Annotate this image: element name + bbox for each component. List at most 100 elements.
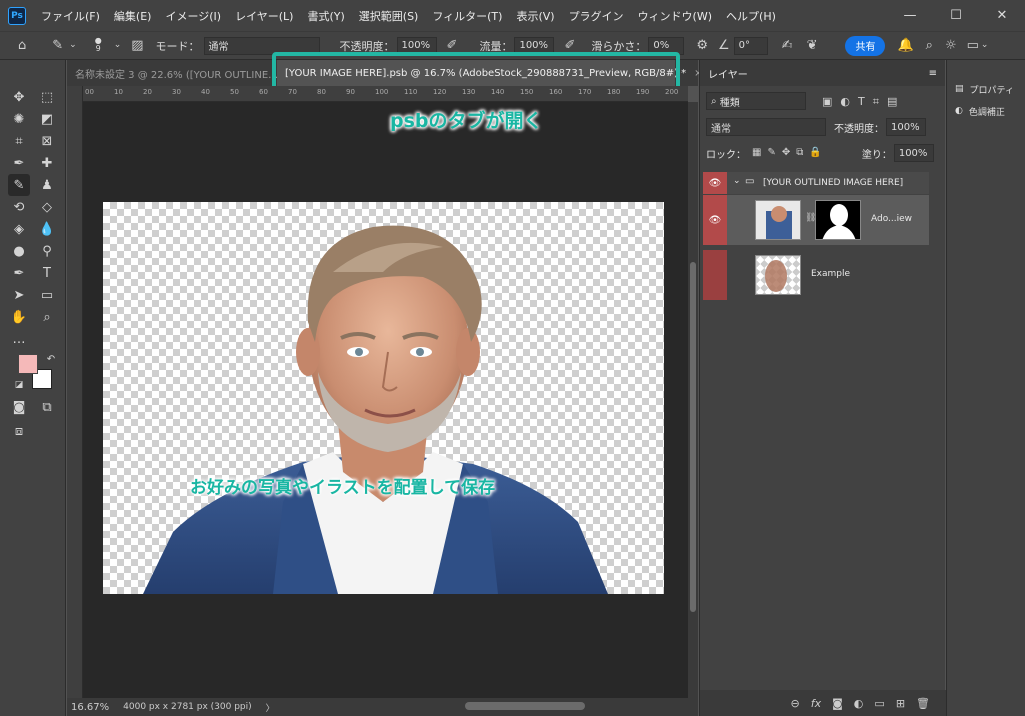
workspace-icon[interactable]: ▭ bbox=[967, 39, 979, 52]
maximize-button[interactable]: ☐ bbox=[933, 0, 979, 31]
move-tool-icon[interactable]: ✥ bbox=[8, 86, 30, 108]
minimize-button[interactable]: — bbox=[887, 0, 933, 31]
tab-layers[interactable]: レイヤー bbox=[708, 66, 748, 81]
adjustment-layer-icon[interactable]: ◐ bbox=[854, 697, 864, 710]
pressure-size-icon[interactable]: ✍ bbox=[782, 39, 793, 52]
menu-image[interactable]: イメージ(I) bbox=[158, 8, 228, 24]
dodge-tool-icon[interactable]: ● bbox=[8, 240, 30, 262]
airbrush-icon[interactable]: ✐ bbox=[564, 39, 575, 52]
menu-select[interactable]: 選択範囲(S) bbox=[352, 8, 426, 24]
more-tools-icon[interactable]: … bbox=[8, 328, 30, 350]
object-select-icon[interactable]: ◩ bbox=[36, 108, 58, 130]
chevron-down-icon[interactable]: ⌄ bbox=[69, 41, 77, 50]
brush-tool-icon[interactable]: ✎ bbox=[8, 174, 30, 196]
menu-window[interactable]: ウィンドウ(W) bbox=[631, 8, 719, 24]
document-canvas[interactable] bbox=[103, 202, 664, 594]
chevron-down-icon[interactable]: ⌄ bbox=[114, 41, 122, 50]
adjustments-panel-item[interactable]: ◐ 色調補正 bbox=[947, 100, 1025, 122]
status-arrow-icon[interactable]: 〉 bbox=[266, 701, 275, 714]
properties-panel-item[interactable]: ▤ プロパティ bbox=[947, 78, 1025, 100]
type-tool-icon[interactable]: T bbox=[36, 262, 58, 284]
history-brush-icon[interactable]: ⟲ bbox=[8, 196, 30, 218]
path-select-icon[interactable]: ➤ bbox=[8, 284, 30, 306]
rectangle-tool-icon[interactable]: ▭ bbox=[36, 284, 58, 306]
zoom-tool-icon[interactable]: ⌕ bbox=[36, 306, 58, 328]
layer-group-row[interactable]: 👁 ⌄ ▭ [YOUR OUTLINED IMAGE HERE] bbox=[703, 172, 929, 194]
share-button[interactable]: 共有 bbox=[845, 35, 886, 56]
search-icon[interactable]: ⌕ bbox=[926, 39, 933, 52]
menu-plugins[interactable]: プラグイン bbox=[562, 8, 631, 24]
symmetry-icon[interactable]: ❦ bbox=[807, 39, 818, 52]
link-layers-icon[interactable]: ⊖ bbox=[791, 697, 800, 710]
menu-file[interactable]: ファイル(F) bbox=[34, 8, 107, 24]
trash-icon[interactable]: 🗑 bbox=[916, 697, 930, 710]
edit-toolbar-icon[interactable]: ⧈ bbox=[8, 420, 30, 442]
lock-all-icon[interactable]: 🔒 bbox=[809, 148, 821, 158]
brush-size-picker[interactable]: ● 9 bbox=[95, 37, 102, 54]
healing-brush-icon[interactable]: ✚ bbox=[36, 152, 58, 174]
crop-tool-icon[interactable]: ⌗ bbox=[8, 130, 30, 152]
pressure-opacity-icon[interactable]: ✐ bbox=[447, 39, 458, 52]
stamp-tool-icon[interactable]: ♟ bbox=[36, 174, 58, 196]
foreground-color-swatch-top[interactable] bbox=[18, 354, 38, 374]
eye-icon[interactable]: 👁 bbox=[703, 172, 727, 194]
filter-smart-object-icon[interactable]: ▤ bbox=[887, 96, 897, 107]
chevron-down-icon[interactable]: ⌄ bbox=[981, 41, 989, 50]
filter-type-icon[interactable]: T bbox=[858, 96, 865, 107]
paint-bucket-icon[interactable]: ◈ bbox=[8, 218, 30, 240]
angle-field[interactable]: 0° bbox=[733, 36, 768, 55]
add-mask-icon[interactable]: ◙ bbox=[832, 697, 843, 710]
eye-icon[interactable]: 👁 bbox=[703, 195, 727, 245]
panel-menu-icon[interactable]: ≡ bbox=[929, 68, 937, 79]
blend-mode-select[interactable]: 通常 bbox=[706, 118, 826, 136]
blur-tool-icon[interactable]: 💧 bbox=[36, 218, 58, 240]
chevron-down-icon[interactable]: ⌄ bbox=[733, 176, 741, 186]
marquee-tool-icon[interactable]: ⬚ bbox=[36, 86, 58, 108]
lock-position-icon[interactable]: ✥ bbox=[782, 148, 790, 158]
close-button[interactable]: ✕ bbox=[979, 0, 1025, 31]
menu-type[interactable]: 書式(Y) bbox=[300, 8, 351, 24]
lock-pixels-icon[interactable]: ✎ bbox=[767, 148, 775, 158]
eye-hidden-icon[interactable] bbox=[703, 250, 727, 300]
menu-filter[interactable]: フィルター(T) bbox=[425, 8, 509, 24]
gear-icon[interactable]: ⚙ bbox=[696, 39, 708, 52]
scroll-thumb[interactable] bbox=[690, 262, 696, 612]
layer-opacity-field[interactable]: 100% bbox=[886, 118, 926, 136]
pen-tool-icon[interactable]: ✒ bbox=[8, 262, 30, 284]
fill-field[interactable]: 100% bbox=[893, 144, 934, 162]
swap-colors-icon[interactable]: ↶ bbox=[40, 348, 62, 370]
filter-pixel-icon[interactable]: ▣ bbox=[822, 96, 832, 107]
home-icon[interactable]: ⌂ bbox=[18, 39, 26, 52]
layer-filter-select[interactable]: ⌕ 種類 bbox=[706, 92, 806, 110]
menu-layer[interactable]: レイヤー(L) bbox=[228, 8, 300, 24]
eraser-icon[interactable]: ◇ bbox=[36, 196, 58, 218]
layer-row[interactable]: Example bbox=[703, 250, 929, 300]
quick-mask-icon[interactable]: ◙ bbox=[8, 396, 30, 418]
zoom-level[interactable]: 16.67% bbox=[71, 702, 109, 713]
brush-tool-icon[interactable]: ✎ bbox=[52, 39, 63, 52]
lasso-tool-icon[interactable]: ✺ bbox=[8, 108, 30, 130]
menu-help[interactable]: ヘルプ(H) bbox=[719, 8, 783, 24]
fx-icon[interactable]: fx bbox=[811, 697, 821, 710]
bell-icon[interactable]: 🔔 bbox=[897, 39, 913, 52]
filter-shape-icon[interactable]: ⌗ bbox=[873, 96, 879, 107]
smudge-tool-icon[interactable]: ⚲ bbox=[36, 240, 58, 262]
tab-untitled-3[interactable]: 名称未設定 3 @ 22.6% ([YOUR OUTLINE… bbox=[67, 60, 278, 86]
layer-row[interactable]: 👁 ⛓ Ado...iew bbox=[703, 195, 929, 245]
lock-artboard-icon[interactable]: ⧉ bbox=[796, 148, 803, 158]
lock-transparent-icon[interactable]: ▦ bbox=[752, 148, 761, 158]
hand-tool-icon[interactable]: ✋ bbox=[8, 306, 30, 328]
new-layer-icon[interactable]: ⊞ bbox=[896, 697, 905, 710]
discover-icon[interactable]: ☼ bbox=[945, 39, 957, 52]
eyedropper-icon[interactable]: ✒ bbox=[8, 152, 30, 174]
mask-thumbnail[interactable] bbox=[815, 200, 861, 240]
new-group-icon[interactable]: ▭ bbox=[874, 697, 884, 710]
menu-edit[interactable]: 編集(E) bbox=[107, 8, 159, 24]
brush-settings-icon[interactable]: ▨ bbox=[131, 39, 143, 52]
vertical-scrollbar[interactable] bbox=[688, 102, 698, 698]
filter-adjustment-icon[interactable]: ◐ bbox=[840, 96, 850, 107]
screen-mode-icon[interactable]: ⧉ bbox=[36, 396, 58, 418]
menu-view[interactable]: 表示(V) bbox=[509, 8, 561, 24]
frame-tool-icon[interactable]: ⊠ bbox=[36, 130, 58, 152]
default-colors-icon[interactable]: ◪ bbox=[8, 374, 30, 396]
